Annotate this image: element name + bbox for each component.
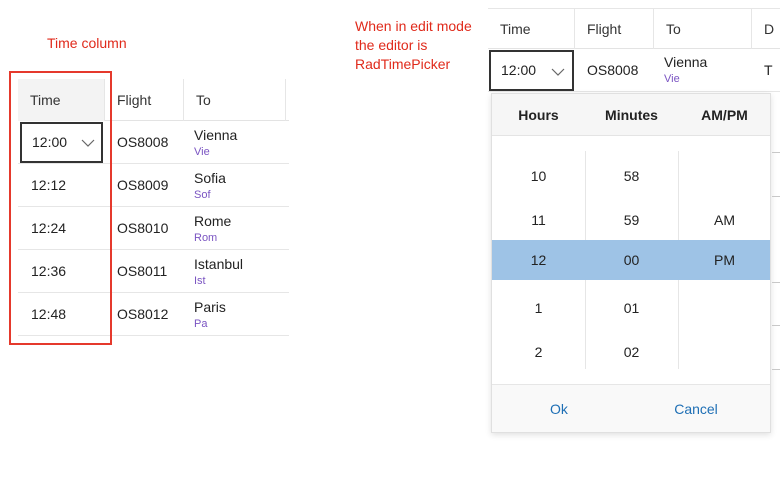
hours-list[interactable]: 10 11 1 2	[492, 154, 585, 374]
city-code: Rom	[194, 232, 218, 244]
flight-cell: OS8008	[587, 62, 639, 78]
flight-cell: OS8009	[117, 177, 169, 193]
city-name: Istanbul	[194, 256, 244, 272]
destination-cell: Rome Rom	[184, 207, 289, 250]
annotation-line: RadTimePicker	[355, 56, 451, 72]
grid-line	[772, 196, 780, 197]
minute-item[interactable]: 58	[585, 154, 678, 198]
ok-button[interactable]: Ok	[512, 385, 606, 433]
city-code: Ist	[194, 275, 206, 287]
annotation-line: When in edit mode	[355, 18, 472, 34]
destination-cell: Sofia Sof	[184, 164, 289, 207]
flight-cell: OS8008	[117, 134, 169, 150]
minutes-header: Minutes	[605, 107, 658, 123]
hour-item[interactable]: 11	[492, 198, 585, 242]
column-header-time[interactable]: Time	[488, 9, 575, 49]
city-code: Pa	[194, 318, 208, 330]
city-code: Vie	[664, 73, 680, 85]
time-picker-editor[interactable]: 12:00	[489, 50, 574, 91]
column-header-to[interactable]: To	[184, 79, 286, 121]
destination-cell: Vienna Vie	[654, 49, 759, 92]
hour-item[interactable]: 2	[492, 330, 585, 374]
column-header-next[interactable]: D	[752, 9, 780, 49]
minute-item[interactable]: 01	[585, 286, 678, 330]
hour-item[interactable]: 1	[492, 286, 585, 330]
city-name: Vienna	[194, 127, 238, 143]
minute-item[interactable]: 02	[585, 330, 678, 374]
flight-cell: OS8010	[117, 220, 169, 236]
time-picker-popup: Hours Minutes AM/PM 12 00 PM 10 11 1 2 5…	[491, 93, 771, 433]
grid-line	[772, 369, 780, 370]
destination-cell: Paris Pa	[184, 293, 289, 336]
grid-header: Time Flight To D	[488, 8, 780, 49]
grid-line	[772, 282, 780, 283]
city-code: Vie	[194, 146, 210, 158]
column-header-flight[interactable]: Flight	[575, 9, 654, 49]
minutes-list[interactable]: 58 59 01 02	[585, 154, 678, 374]
chevron-down-icon[interactable]	[551, 68, 565, 76]
annotation-time-column: Time column	[47, 35, 127, 51]
city-name: Paris	[194, 299, 226, 315]
city-name: Vienna	[664, 54, 708, 70]
city-name: Sofia	[194, 170, 226, 186]
hours-header: Hours	[518, 107, 559, 123]
destination-cell: Istanbul Ist	[184, 250, 289, 293]
city-name: Rome	[194, 213, 232, 229]
grid-line	[772, 325, 780, 326]
cancel-button[interactable]: Cancel	[649, 385, 743, 433]
city-code: Sof	[194, 189, 211, 201]
ampm-list[interactable]: AM	[678, 154, 771, 374]
ampm-header: AM/PM	[701, 107, 748, 123]
time-editor-value: 12:00	[501, 62, 537, 78]
flight-cell: OS8012	[117, 306, 169, 322]
minute-item[interactable]: 59	[585, 198, 678, 242]
flight-cell: OS8011	[117, 263, 168, 279]
time-picker-header: Hours Minutes AM/PM	[492, 94, 770, 136]
ampm-item[interactable]: AM	[678, 198, 771, 242]
annotation-edit-mode: When in edit mode the editor is RadTimeP…	[355, 17, 495, 74]
table-row[interactable]: 12:00 OS8008 Vienna Vie T	[488, 49, 780, 92]
destination-cell: Vienna Vie	[184, 121, 289, 164]
hour-item[interactable]: 10	[492, 154, 585, 198]
grid-line	[772, 152, 780, 153]
annotation-line: the editor is	[355, 37, 428, 53]
next-column-cell: T	[764, 62, 773, 78]
time-picker-footer: Ok Cancel	[492, 384, 770, 432]
time-column-highlight	[9, 71, 112, 345]
column-header-to[interactable]: To	[654, 9, 752, 49]
column-header-flight[interactable]: Flight	[105, 79, 184, 121]
